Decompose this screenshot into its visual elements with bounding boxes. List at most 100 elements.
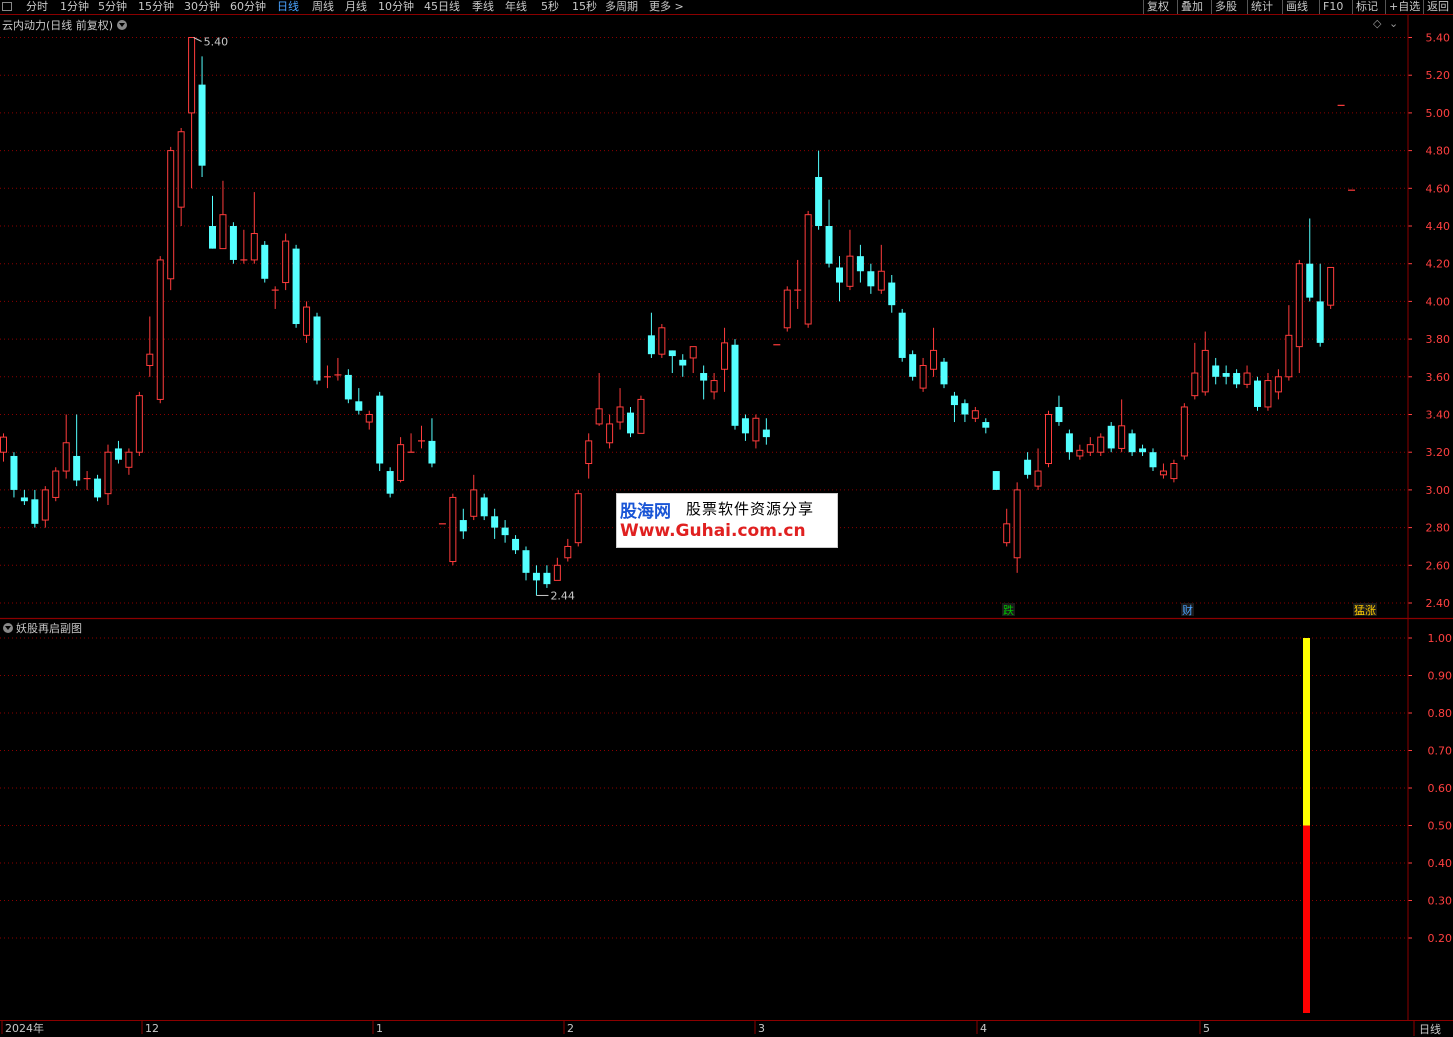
candle xyxy=(574,489,582,547)
period-tab-9[interactable]: 10分钟 xyxy=(378,0,414,14)
candle xyxy=(532,565,540,596)
candle xyxy=(512,535,520,554)
period-tab-2[interactable]: 5分钟 xyxy=(98,0,127,14)
period-tab-8[interactable]: 月线 xyxy=(345,0,367,14)
candle xyxy=(898,308,906,362)
candle xyxy=(752,414,760,449)
candle-body xyxy=(731,344,739,426)
candle xyxy=(1034,448,1042,490)
period-tab-7[interactable]: 周线 xyxy=(312,0,334,14)
candle xyxy=(271,286,279,309)
price-axis: 5.40 5.20 5.00 4.80 4.60 4.40 4.20 4.00 3.80 3.60… xyxy=(1408,32,1451,610)
candle xyxy=(700,365,708,400)
candle-body xyxy=(292,248,300,325)
candle xyxy=(1264,373,1272,411)
toolbar-separator xyxy=(1211,0,1212,14)
toolbar-button-5[interactable]: F10 xyxy=(1323,0,1343,14)
price-tick-label: 4.60 xyxy=(1426,182,1451,195)
period-tab-6[interactable]: 日线 xyxy=(277,0,299,14)
toolbar-separator xyxy=(1177,0,1178,14)
period-tab-0[interactable]: 分时 xyxy=(26,0,48,14)
period-tab-14[interactable]: 15秒 xyxy=(572,0,597,14)
period-tab-12[interactable]: 年线 xyxy=(505,0,527,14)
sub-axis: 1.00 0.90 0.80 0.70 0.60 0.50 0.40 0.30 0.20 xyxy=(1408,632,1452,945)
candle xyxy=(1191,342,1199,400)
sub-grid xyxy=(0,637,1408,939)
candle xyxy=(1180,403,1188,460)
candle-body xyxy=(1243,372,1251,385)
candle xyxy=(982,418,990,434)
candle-body xyxy=(501,527,509,536)
toolbar-button-6[interactable]: 标记 xyxy=(1356,0,1378,14)
period-tab-3[interactable]: 15分钟 xyxy=(138,0,174,14)
price-tick-label: 4.80 xyxy=(1426,145,1451,158)
date-label: 2 xyxy=(567,1022,574,1035)
sub-tick-label: 0.80 xyxy=(1428,707,1453,720)
date-label: 4 xyxy=(980,1022,987,1035)
period-tab-11[interactable]: 季线 xyxy=(472,0,494,14)
candle-body xyxy=(146,353,154,366)
period-tab-5[interactable]: 60分钟 xyxy=(230,0,266,14)
candle xyxy=(10,452,18,498)
candle xyxy=(386,467,394,498)
candle xyxy=(616,388,624,430)
period-tab-16[interactable]: 更多 > xyxy=(649,0,684,14)
diamond-icon[interactable]: ◇ xyxy=(1373,17,1381,30)
toolbar-button-1[interactable]: 叠加 xyxy=(1181,0,1203,14)
candle xyxy=(83,471,91,490)
chevron-down-icon[interactable]: ⌄ xyxy=(1389,17,1398,30)
price-tick-label: 5.40 xyxy=(1426,32,1451,45)
candle-body xyxy=(825,226,833,264)
candle xyxy=(919,357,927,392)
period-tab-1[interactable]: 1分钟 xyxy=(60,0,89,14)
candle xyxy=(940,357,948,389)
main-panel-title[interactable]: 云内动力(日线 前复权) xyxy=(2,17,128,33)
candle xyxy=(73,414,81,487)
watermark-logo: 股海网 股票软件资源分享 Www.Guhai.com.cn xyxy=(616,493,838,548)
period-tab-13[interactable]: 5秒 xyxy=(541,0,559,14)
sub-panel-title[interactable]: 妖股再启副图 xyxy=(3,620,82,636)
candle-body xyxy=(961,403,969,415)
candle xyxy=(449,493,457,566)
candle xyxy=(240,229,248,264)
toolbar-button-7[interactable]: +自选 xyxy=(1389,0,1420,14)
cycle-label[interactable]: 日线 xyxy=(1419,1021,1441,1037)
candle xyxy=(1159,463,1167,479)
period-tab-4[interactable]: 30分钟 xyxy=(184,0,220,14)
price-tick-label: 2.40 xyxy=(1426,597,1451,610)
candle xyxy=(52,467,60,502)
toolbar-button-8[interactable]: 返回 xyxy=(1427,0,1449,14)
candle-body xyxy=(250,233,258,261)
candle-body xyxy=(1295,263,1303,348)
candle-body xyxy=(658,327,666,355)
period-tab-10[interactable]: 45日线 xyxy=(424,0,460,14)
period-tab-15[interactable]: 多周期 xyxy=(605,0,638,14)
candle xyxy=(428,418,436,468)
candle-body xyxy=(52,470,60,498)
sub-tick-label: 0.60 xyxy=(1428,782,1453,795)
watermark-slogan: 股票软件资源分享 xyxy=(686,500,815,518)
candle xyxy=(1118,399,1126,453)
chevron-down-icon[interactable] xyxy=(3,623,13,633)
candle-body xyxy=(856,256,864,272)
toolbar-button-3[interactable]: 统计 xyxy=(1251,0,1273,14)
candle-body xyxy=(1327,266,1335,306)
candle-body xyxy=(313,316,321,381)
toolbar-separator xyxy=(1385,0,1386,14)
candle-body xyxy=(950,395,958,406)
toolbar-button-2[interactable]: 多股 xyxy=(1215,0,1237,14)
candle xyxy=(114,440,122,464)
candle xyxy=(606,414,614,449)
candle-body xyxy=(1264,380,1272,408)
toolbar-separator xyxy=(1352,0,1353,14)
sub-tick-label: 0.40 xyxy=(1428,857,1453,870)
chevron-down-icon[interactable] xyxy=(117,20,128,30)
date-axis: 2024年 12 1 2 3 4 5 xyxy=(1,1021,1210,1035)
candle-body xyxy=(1118,425,1126,449)
candle-body xyxy=(721,342,729,370)
toolbar-button-0[interactable]: 复权 xyxy=(1147,0,1169,14)
candle xyxy=(961,399,969,423)
candle xyxy=(355,388,363,415)
toolbar-button-4[interactable]: 画线 xyxy=(1286,0,1308,14)
panel-toggle-icon[interactable] xyxy=(2,2,12,11)
